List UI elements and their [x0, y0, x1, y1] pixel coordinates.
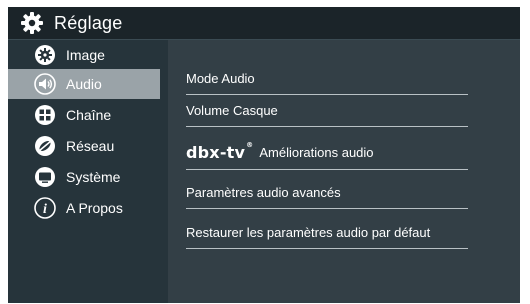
page-title: Réglage — [54, 12, 123, 33]
menu-item-label: Restaurer les paramètres audio par défau… — [186, 224, 431, 240]
svg-text:i: i — [43, 202, 47, 217]
sidebar-item-label: Audio — [66, 76, 102, 92]
info-icon: i — [34, 197, 56, 219]
sidebar-item-label: Système — [66, 169, 121, 185]
menu-item-parametres-avances[interactable]: Paramètres audio avancés — [186, 176, 468, 209]
menu-item-label: Volume Casque — [186, 102, 278, 118]
sidebar-item-systeme[interactable]: Système — [8, 162, 160, 192]
dbx-tv-logo-text: dbx-tv — [186, 142, 246, 162]
sidebar-item-label: Image — [66, 47, 105, 63]
network-icon — [34, 135, 56, 157]
sidebar: Image Audio Chaîne Réseau Système i A Pr… — [8, 40, 160, 303]
settings-header: Réglage — [8, 7, 520, 40]
menu-item-mode-audio[interactable]: Mode Audio — [186, 62, 468, 95]
sidebar-item-a-propos[interactable]: i A Propos — [8, 193, 160, 223]
speaker-icon — [34, 73, 56, 95]
audio-settings-panel: Mode Audio Volume Casque dbx-tv ® Amélio… — [168, 40, 520, 303]
menu-item-label: Améliorations audio — [259, 144, 374, 160]
sidebar-item-chaine[interactable]: Chaîne — [8, 100, 160, 130]
menu-item-ameliorations-audio[interactable]: dbx-tv ® Améliorations audio — [186, 135, 468, 170]
sidebar-item-image[interactable]: Image — [8, 40, 160, 70]
image-settings-icon — [34, 44, 56, 66]
sidebar-item-label: Réseau — [66, 138, 115, 154]
menu-item-label: Paramètres audio avancés — [186, 184, 341, 200]
sidebar-item-reseau[interactable]: Réseau — [8, 131, 160, 161]
sidebar-item-label: Chaîne — [66, 107, 112, 123]
settings-screen: Réglage Image Audio Chaîne Réseau Systèm… — [8, 7, 520, 303]
channel-grid-icon — [34, 104, 56, 126]
menu-item-restaurer-defaut[interactable]: Restaurer les paramètres audio par défau… — [186, 216, 468, 249]
sidebar-item-label: A Propos — [66, 200, 123, 216]
registered-mark: ® — [246, 140, 254, 149]
dbx-tv-logo: dbx-tv ® — [186, 140, 254, 162]
gear-icon — [19, 10, 45, 36]
menu-item-volume-casque[interactable]: Volume Casque — [186, 94, 468, 127]
menu-item-label: Mode Audio — [186, 70, 255, 86]
sidebar-item-audio[interactable]: Audio — [8, 69, 160, 99]
system-screen-icon — [34, 166, 56, 188]
